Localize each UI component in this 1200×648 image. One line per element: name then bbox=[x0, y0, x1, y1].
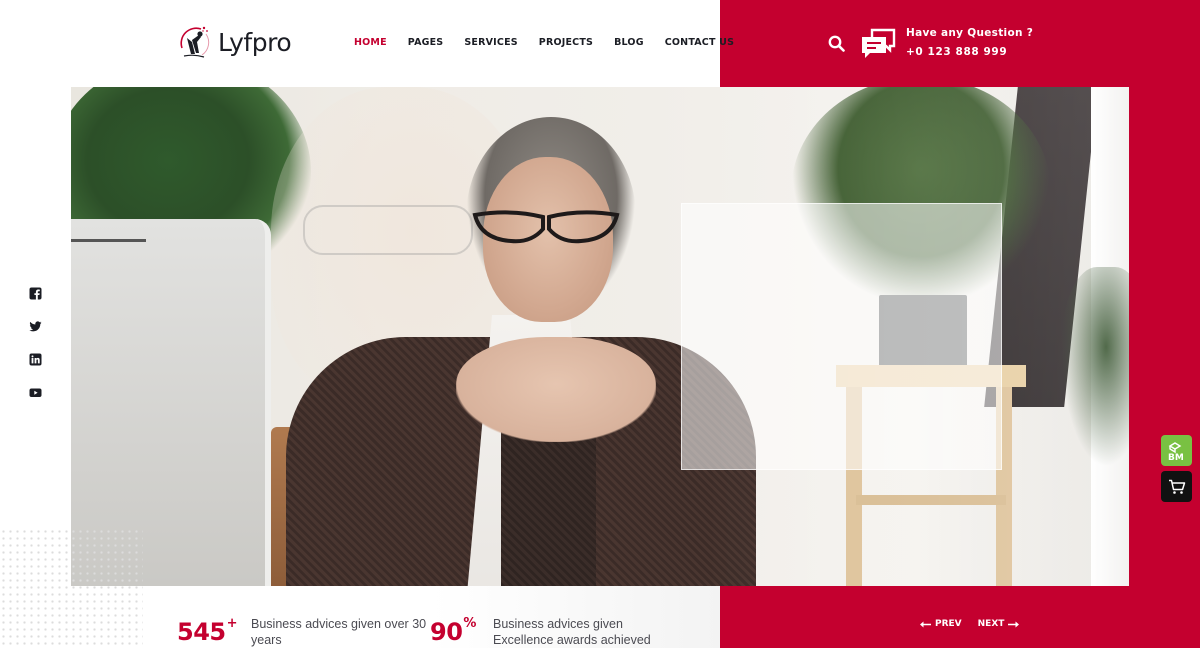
dot-pattern bbox=[0, 528, 143, 648]
prev-button[interactable]: PREV bbox=[920, 619, 962, 629]
prev-label: PREV bbox=[935, 619, 962, 629]
nav-services[interactable]: SERVICES bbox=[464, 37, 517, 48]
nav-home[interactable]: HOME bbox=[354, 37, 387, 48]
stat-text-advices: Business advices given over 30 years bbox=[251, 616, 426, 648]
arrow-right-icon bbox=[1008, 621, 1020, 627]
brand-name: Lyfpro bbox=[218, 27, 292, 57]
social-links bbox=[29, 287, 42, 399]
stat-text-line: years bbox=[251, 633, 282, 647]
page-builder-icon: BM bbox=[1168, 441, 1184, 462]
youtube-icon[interactable] bbox=[29, 386, 42, 399]
phone-number[interactable]: +0 123 888 999 bbox=[906, 46, 1007, 58]
stat-value: 545 bbox=[177, 618, 226, 646]
logo[interactable]: Lyfpro bbox=[176, 24, 292, 60]
main-nav: HOME PAGES SERVICES PROJECTS BLOG CONTAC… bbox=[354, 37, 755, 48]
nav-projects[interactable]: PROJECTS bbox=[539, 37, 593, 48]
cart-icon bbox=[1168, 479, 1185, 494]
stat-text-awards: Business advices given Excellence awards… bbox=[493, 616, 651, 648]
hero-image bbox=[71, 87, 1129, 586]
next-button[interactable]: NEXT bbox=[978, 619, 1020, 629]
stat-value: 90 bbox=[430, 618, 463, 646]
nav-pages[interactable]: PAGES bbox=[408, 37, 444, 48]
stat-number-advices: 545+ bbox=[177, 616, 238, 646]
question-label: Have any Question ? bbox=[906, 27, 1034, 39]
search-icon[interactable] bbox=[828, 35, 845, 52]
twitter-icon[interactable] bbox=[29, 320, 42, 333]
arrow-left-icon bbox=[920, 621, 931, 627]
nav-contact-us[interactable]: CONTACT US bbox=[665, 37, 734, 48]
facebook-icon[interactable] bbox=[29, 287, 42, 300]
stat-number-awards: 90% bbox=[430, 616, 476, 646]
stat-text-line: Business advices given over 30 bbox=[251, 617, 427, 631]
stat-suffix: % bbox=[463, 616, 476, 631]
svg-text:BM: BM bbox=[1168, 453, 1184, 462]
hero-tint bbox=[71, 87, 1129, 586]
linkedin-icon[interactable] bbox=[29, 353, 42, 366]
stat-text-line: Excellence awards achieved bbox=[493, 633, 651, 647]
next-label: NEXT bbox=[977, 619, 1005, 629]
runner-logo-icon bbox=[180, 26, 210, 58]
stat-text-line: Business advices given bbox=[493, 617, 623, 631]
cart-button[interactable] bbox=[1161, 471, 1192, 502]
nav-blog[interactable]: BLOG bbox=[614, 37, 644, 48]
slider-pager: PREV NEXT bbox=[920, 619, 1020, 629]
stat-suffix: + bbox=[226, 616, 238, 631]
page-builder-button[interactable]: BM bbox=[1161, 435, 1192, 466]
chat-bubbles-icon bbox=[862, 28, 896, 58]
